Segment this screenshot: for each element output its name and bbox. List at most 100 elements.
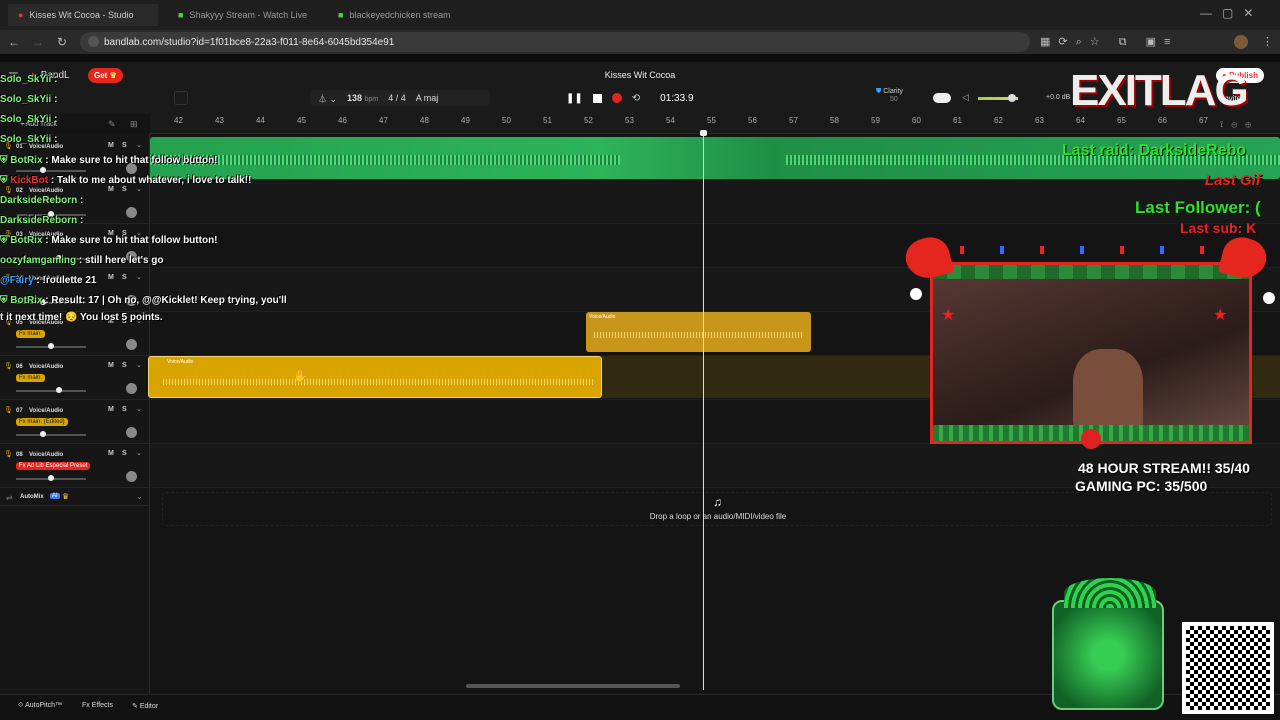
chat-username: DarksideReborn — [0, 195, 78, 206]
browser-tab-studio[interactable]: ● Kisses Wit Cocoa - Studio — [8, 4, 158, 26]
chevron-down-icon[interactable]: ⌄ — [136, 185, 142, 193]
edit-pencil-icon[interactable]: ✎ — [108, 119, 116, 130]
browser-tab-chicken[interactable]: ■ blackeyedchicken stream — [328, 4, 478, 26]
address-bar[interactable]: bandlab.com/studio?id=1f01bce8-22a3-f011… — [80, 32, 1030, 52]
chat-username: BotRix — [10, 155, 43, 166]
autopitch-button[interactable]: ⟐ AutoPitch™ — [18, 702, 62, 710]
solo-button[interactable]: S — [122, 450, 127, 457]
exitlag-logo: EXITLAG — [1070, 66, 1249, 115]
volume-slider-handle[interactable] — [40, 431, 46, 437]
effects-tag[interactable]: Fx main. (Edited) — [16, 418, 68, 426]
clarity-toggle[interactable] — [933, 93, 951, 103]
chevron-down-icon[interactable]: ⌄ — [136, 273, 142, 281]
audio-clip-track-6[interactable]: Voice/Audio ✋ — [148, 356, 602, 398]
site-info-icon[interactable] — [88, 36, 99, 47]
track-volume-slider[interactable] — [16, 434, 86, 436]
solo-button[interactable]: S — [122, 142, 127, 149]
chevron-down-icon[interactable]: ⌄ — [136, 492, 143, 501]
pan-knob[interactable] — [126, 339, 137, 350]
loop-icon[interactable]: ⟲ — [632, 93, 640, 104]
chat-username: KickBot — [10, 175, 49, 186]
track-number: 07 — [16, 408, 23, 414]
ruler-bar-number: 57 — [789, 116, 798, 125]
volume-slider-handle[interactable] — [56, 387, 62, 393]
chevron-down-icon[interactable]: ⌄ — [136, 405, 142, 413]
volume-knob[interactable] — [1008, 94, 1016, 102]
zoom-icons[interactable]: ⟟⊖⊕ — [1220, 119, 1259, 130]
record-icon[interactable] — [611, 93, 622, 103]
browser-menu-icon[interactable]: ⋮ — [1262, 35, 1273, 48]
pan-knob[interactable] — [126, 471, 137, 482]
tempo-value[interactable]: 138 bpm — [347, 93, 378, 103]
ruler-bar-number: 58 — [830, 116, 839, 125]
effects-button[interactable]: Fx Effects — [82, 702, 113, 709]
forward-icon[interactable]: → — [30, 34, 46, 50]
track-header[interactable]: 🎙 07 Voice/Audio M S ⌄ Fx main. (Edited) — [0, 400, 150, 444]
track-options-icon[interactable]: ⊞ — [130, 119, 138, 130]
chevron-down-icon[interactable]: ⌄ — [136, 141, 142, 149]
crown-icon: ♛ — [62, 492, 70, 501]
browser-tab-stream[interactable]: ■ Shakyyy Stream - Watch Live — [168, 4, 318, 26]
chat-username: @Fairy — [0, 275, 34, 286]
playhead-handle[interactable] — [700, 130, 707, 136]
chevron-down-icon[interactable]: ⌄ — [136, 449, 142, 457]
track-header[interactable]: 🎙 08 Voice/Audio M S ⌄ Fx Ad Lib Especial Pres… — [0, 444, 150, 488]
volume-slider-handle[interactable] — [48, 343, 54, 349]
stop-icon[interactable] — [592, 93, 602, 103]
editor-button[interactable]: ✎ Editor — [132, 702, 158, 710]
chat-message: ⛨ BotRix : Make sure to hit that follow … — [0, 155, 218, 166]
profile-avatar[interactable] — [1234, 35, 1248, 49]
chat-message: ⛨ BotRix : Make sure to hit that follow … — [0, 235, 218, 246]
automix-row[interactable]: ⇌ AutoMix AI ♛ ⌄ — [0, 490, 150, 506]
pan-knob[interactable] — [126, 383, 137, 394]
solo-button[interactable]: S — [122, 406, 127, 413]
track-lane[interactable] — [150, 180, 1280, 224]
ruler-bar-number: 56 — [748, 116, 757, 125]
horizontal-scrollbar[interactable] — [466, 684, 680, 688]
mute-button[interactable]: M — [108, 406, 114, 413]
mute-button[interactable]: M — [108, 362, 114, 369]
pan-knob[interactable] — [126, 427, 137, 438]
window-controls[interactable]: — ▢ ✕ — [1200, 6, 1253, 20]
audio-clip-track-5[interactable]: Voice/Audio — [586, 312, 811, 352]
browser-toolbar-icons[interactable]: ▦⟳⌕☆ ⧉ ▣≡ — [1040, 35, 1178, 49]
solo-button[interactable]: S — [122, 274, 127, 281]
effects-tag[interactable]: Fx main. — [16, 374, 46, 382]
key-selector[interactable]: A maj — [416, 93, 439, 103]
track-header[interactable]: 🎙 06 Voice/Audio M S ⌄ Fx main. — [0, 356, 150, 400]
playhead[interactable] — [703, 130, 704, 690]
clarity-control[interactable]: ⛊ Clarity 50 — [876, 88, 903, 103]
mute-button[interactable]: M — [108, 450, 114, 457]
track-volume-slider[interactable] — [16, 390, 86, 392]
undo-icon[interactable] — [174, 91, 188, 105]
time-signature[interactable]: 4 / 4 — [388, 93, 406, 103]
mute-button[interactable]: M — [108, 186, 114, 193]
volume-slider-handle[interactable] — [40, 167, 46, 173]
volume-slider-handle[interactable] — [48, 475, 54, 481]
ruler-bar-number: 67 — [1199, 116, 1208, 125]
pause-icon[interactable]: ❚❚ — [566, 93, 583, 104]
speaker-icon[interactable]: ◁ — [962, 92, 969, 103]
back-icon[interactable]: ← — [6, 34, 22, 50]
tempo-controls[interactable]: ⏃ ⌄ 138 bpm 4 / 4 A maj — [310, 90, 490, 106]
metronome-icon[interactable]: ⏃ ⌄ — [318, 92, 337, 105]
effects-tag[interactable]: Fx Ad Lib Especial Preset — [16, 462, 91, 470]
solo-button[interactable]: S — [122, 362, 127, 369]
mute-button[interactable]: M — [108, 142, 114, 149]
effects-tag[interactable]: Fx main. — [16, 330, 46, 338]
tab-favicon-icon: ■ — [178, 10, 184, 20]
ruler-bar-number: 53 — [625, 116, 634, 125]
solo-button[interactable]: S — [122, 186, 127, 193]
tab-title: blackeyedchicken stream — [349, 10, 451, 20]
chat-message: ⛨ KickBot : Talk to me about whatever, i… — [0, 175, 251, 186]
mute-button[interactable]: M — [108, 274, 114, 281]
chat-username: BotRix — [10, 235, 43, 246]
webcam-frame: ★ ★ — [930, 262, 1252, 449]
ruler-bar-number: 43 — [215, 116, 224, 125]
track-volume-slider[interactable] — [16, 170, 86, 172]
reload-icon[interactable]: ↻ — [54, 34, 70, 50]
drop-zone[interactable]: ♫ Drop a loop or an audio/MIDI/video fil… — [162, 492, 1272, 526]
chevron-down-icon[interactable]: ⌄ — [136, 361, 142, 369]
pan-knob[interactable] — [126, 207, 137, 218]
chat-username: BotRix — [10, 295, 43, 306]
